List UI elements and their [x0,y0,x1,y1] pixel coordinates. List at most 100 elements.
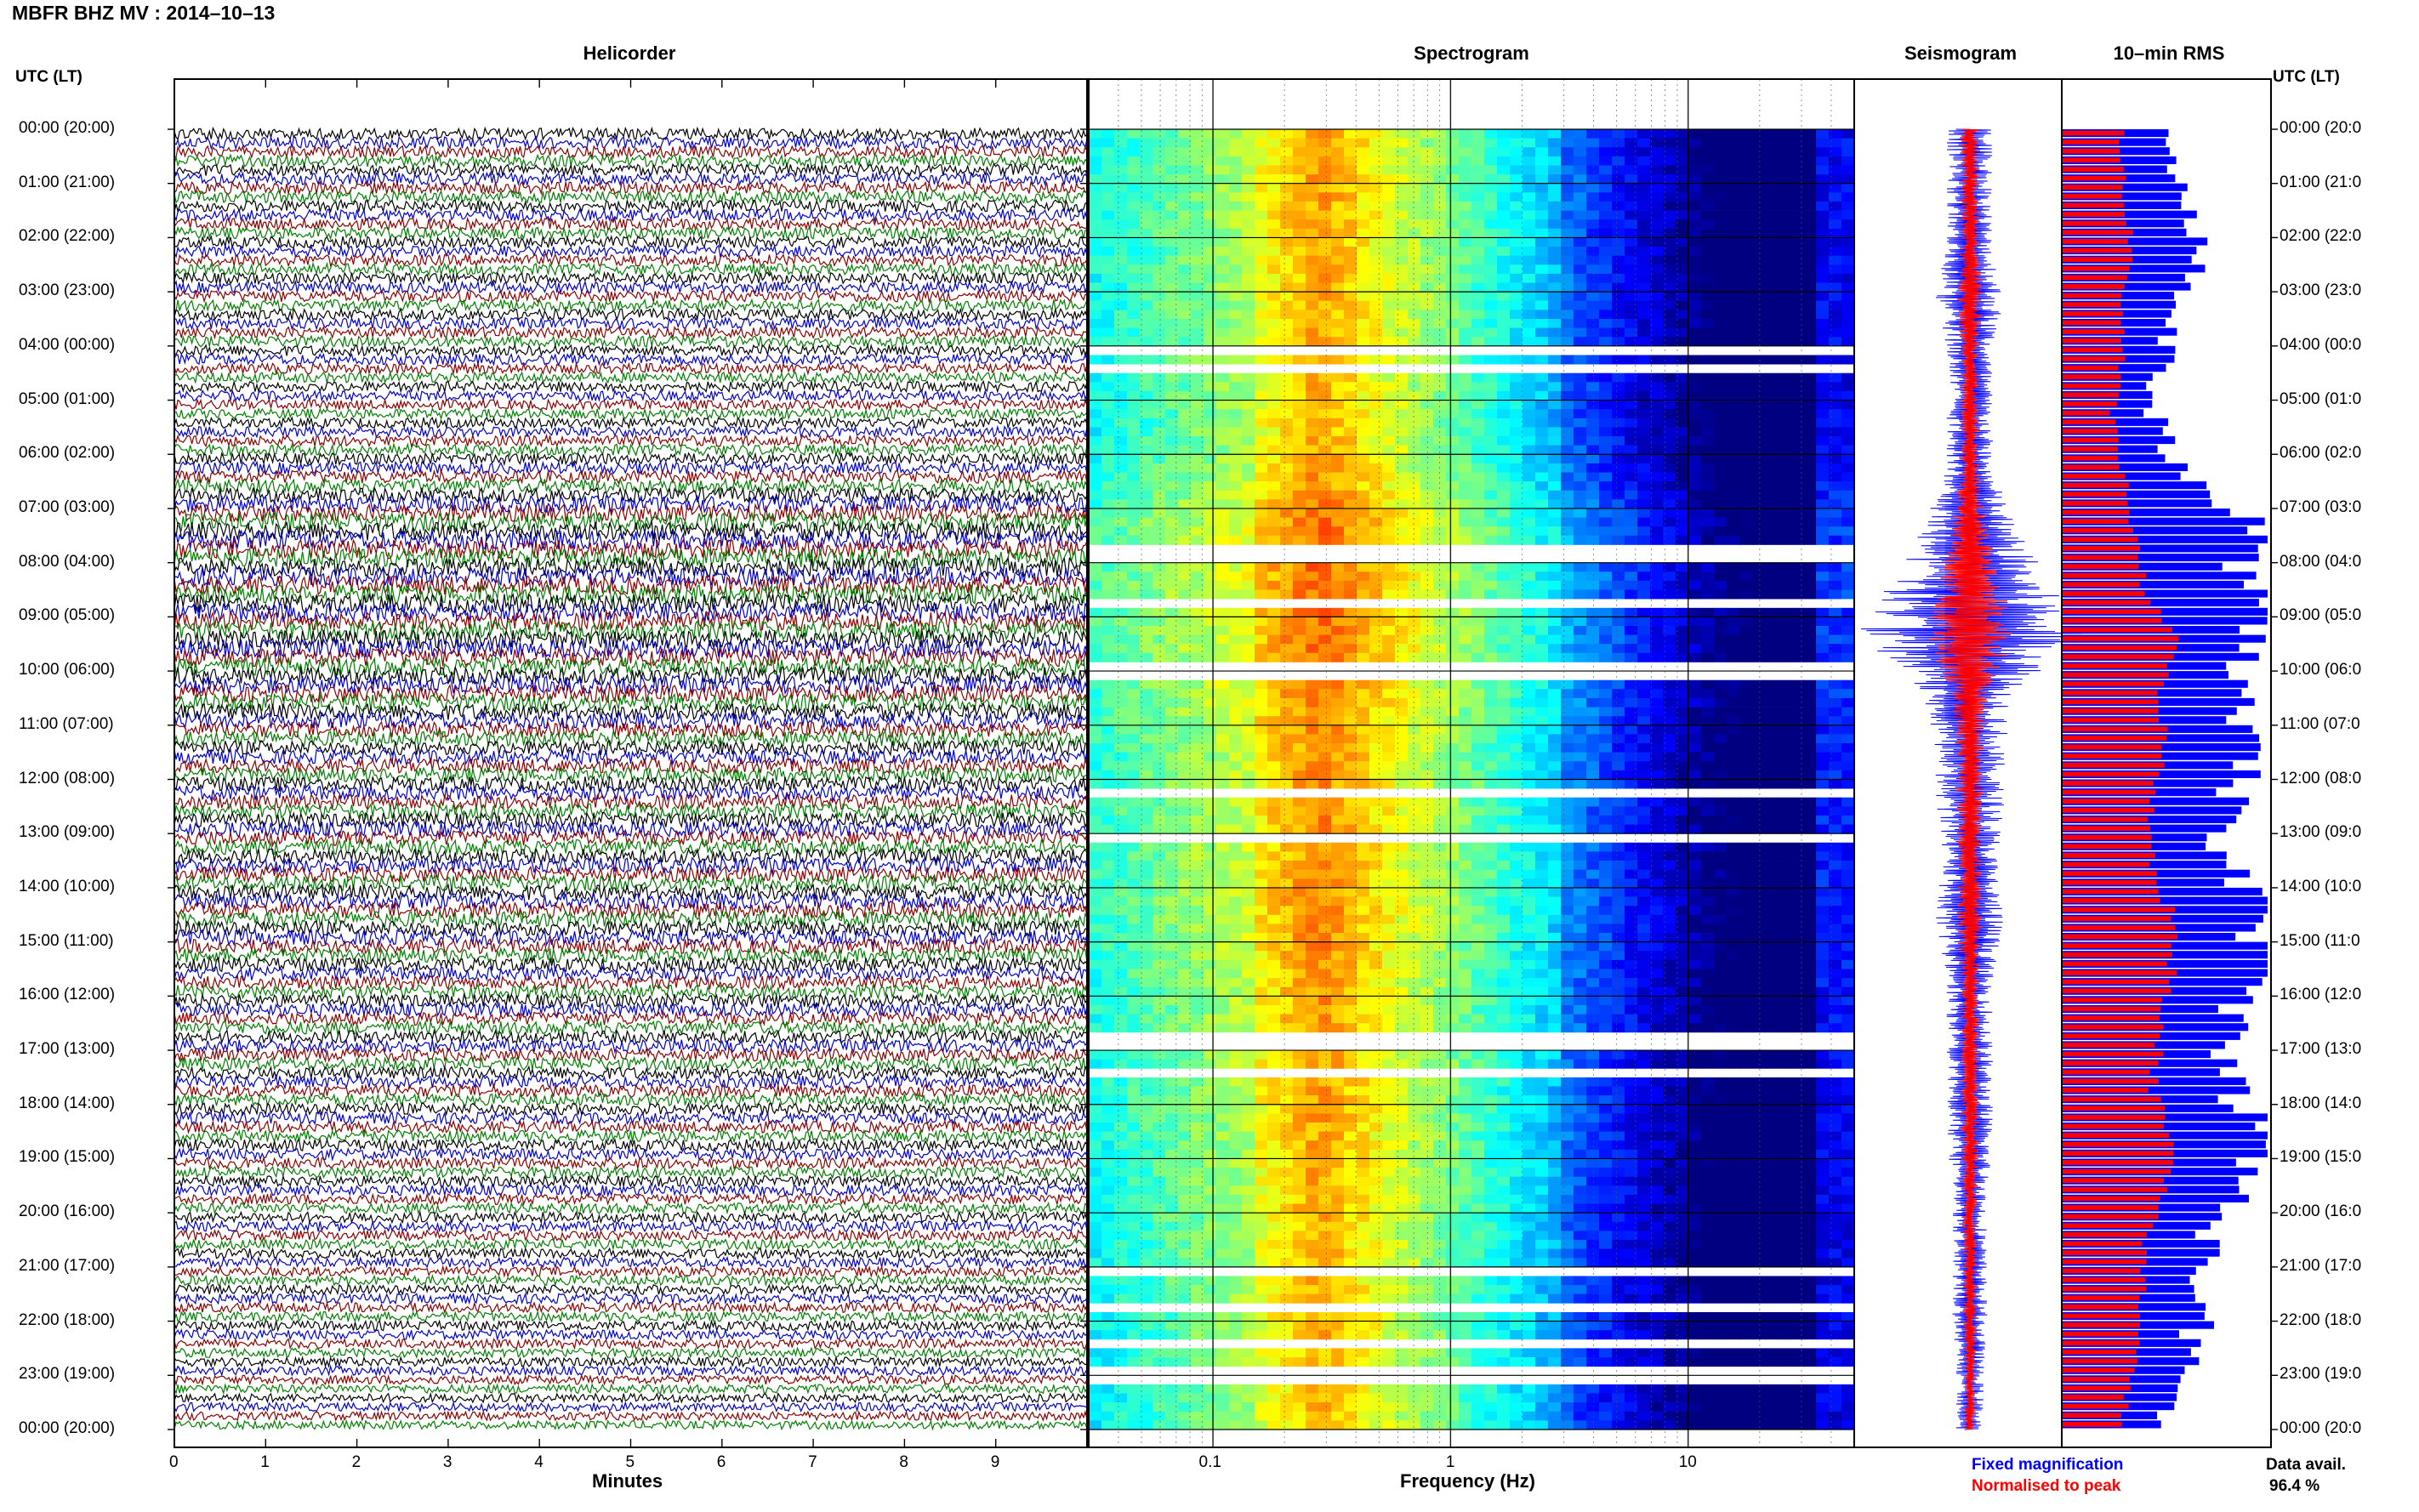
rms-bar-normalised [2062,1168,2171,1174]
rms-bar-normalised [2062,861,2149,867]
data-avail-label: Data avail. [2266,1456,2346,1474]
time-label-right: 01:00 (21:0 [2280,173,2362,191]
rms-bar-normalised [2062,374,2121,380]
time-label: 09:00 (05:00) [19,606,116,625]
time-label-right: 08:00 (04:0 [2280,552,2362,571]
rms-bar-normalised [2062,807,2154,813]
helicorder-trace [174,1355,1088,1369]
rms-bar-normalised [2062,212,2125,217]
rms-bar-normalised [2062,1006,2161,1012]
helicorder-trace [174,1391,1088,1404]
time-label-right: 09:00 (05:0 [2280,606,2362,625]
rms-bar-normalised [2062,220,2126,226]
time-label: 23:00 (19:00) [19,1365,116,1384]
rms-bar-normalised [2062,1024,2164,1030]
rms-bar-normalised [2062,1313,2140,1319]
rms-bar-normalised [2062,130,2125,136]
time-label-right: 10:00 (06:0 [2280,661,2362,679]
rms-bar-normalised [2062,934,2178,940]
helicorder-trace [174,1101,1088,1117]
rms-bar-normalised [2062,419,2116,425]
rms-bar-normalised [2062,474,2126,479]
time-label-right: 21:00 (17:0 [2280,1256,2362,1275]
rms-bar-normalised [2062,925,2176,930]
time-label-right: 03:00 (23:0 [2280,281,2362,300]
helicorder-trace [174,619,1088,641]
time-label-right: 05:00 (01:0 [2280,389,2362,408]
minute-tick-label: 4 [534,1453,544,1471]
rms-bar-normalised [2062,1151,2174,1157]
rms-bar-normalised [2062,202,2124,208]
time-label-right: 14:00 (10:0 [2280,877,2362,895]
time-label-right: 13:00 (09:0 [2280,823,2362,842]
time-label-right: 20:00 (16:0 [2280,1202,2362,1221]
rms-bar-normalised [2062,275,2127,281]
rms-bar-normalised [2062,879,2157,885]
time-label: 05:00 (01:00) [19,389,116,408]
rms-bar-normalised [2062,717,2160,723]
rms-bar-normalised [2062,320,2120,326]
rms-bar-normalised [2062,591,2145,596]
time-label-right: 19:00 (15:0 [2280,1148,2362,1167]
helicorder-trace [174,1073,1088,1090]
helicorder-trace [174,270,1088,286]
rms-bar-normalised [2062,247,2132,253]
rms-bar-normalised [2062,1160,2173,1165]
helicorder-trace [174,1210,1088,1225]
helicorder-trace [174,1219,1088,1234]
helicorder-trace [174,424,1088,440]
data-avail-value: 96.4 % [2269,1477,2320,1495]
helicorder-trace [174,1310,1088,1324]
rms-bar-normalised [2062,654,2174,660]
rms-bar-normalised [2062,907,2175,912]
rms-bar-normalised [2062,1078,2159,1084]
rms-bar-normalised [2062,392,2119,398]
rms-bar-normalised [2062,410,2110,416]
rms-bar-normalised [2062,1033,2160,1039]
minute-tick-label: 1 [260,1453,270,1471]
rms-bar-normalised [2062,1422,2122,1427]
rms-bars [2062,129,2268,1429]
rms-bar-normalised [2062,257,2133,262]
rms-bar-normalised [2062,437,2119,443]
helicorder-trace [174,1282,1088,1297]
rms-bar-normalised [2062,1205,2159,1210]
rms-bar-normalised [2062,898,2160,903]
rms-bar-normalised [2062,1358,2137,1364]
rms-bar-normalised [2062,1060,2159,1066]
rms-bar-normalised [2062,916,2171,922]
rms-bar-normalised [2062,230,2133,236]
helicorder-trace [174,352,1088,367]
rms-bar-normalised [2062,193,2122,199]
minute-tick-label: 2 [351,1453,361,1471]
rms-bar-normalised [2062,1376,2130,1382]
helicorder-trace [174,1265,1088,1278]
helicorder-trace [174,145,1088,160]
helicorder-trace [174,289,1088,304]
rms-bar-normalised [2062,789,2156,795]
helicorder-trace [174,1373,1088,1387]
helicorder-trace [174,503,1088,524]
time-label: 20:00 (16:00) [19,1202,116,1221]
rms-bar-normalised [2062,1232,2148,1237]
helicorder-trace [174,820,1088,838]
minute-tick-label: 0 [169,1453,179,1471]
rms-bar-normalised [2062,1304,2138,1310]
rms-bar-normalised [2062,167,2124,172]
time-label-right: 23:00 (19:0 [2280,1365,2362,1384]
rms-bar-normalised [2062,429,2118,434]
rms-bar-normalised [2062,464,2120,470]
rms-bar-normalised [2062,265,2130,271]
rms-bar-normalised [2062,356,2126,361]
rms-bar-normalised [2062,1385,2131,1391]
rms-bar-normalised [2062,997,2163,1003]
time-label-right: 00:00 (20:0 [2280,1419,2362,1437]
rms-bar-normalised [2062,762,2165,768]
time-label: 06:00 (02:00) [19,444,116,463]
time-label-right: 16:00 (12:0 [2280,986,2362,1004]
minute-tick-label: 9 [990,1453,1000,1471]
rms-bar-normalised [2062,302,2121,308]
rms-bar-normalised [2062,1259,2147,1265]
rms-bar-normalised [2062,492,2127,497]
helicorder-trace [174,1174,1088,1189]
